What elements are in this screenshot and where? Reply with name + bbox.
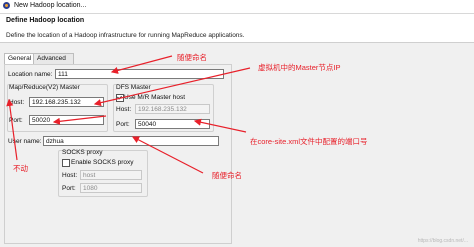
- annotation-name-anything-2: 随便命名: [212, 171, 242, 180]
- arrow-user-name: [131, 136, 204, 174]
- arrow-dfs-port: [193, 118, 247, 133]
- arrow-mr-port: [52, 115, 107, 125]
- annotation-do-not-change: 不动: [13, 164, 28, 173]
- annotation-name-anything-1: 随便命名: [177, 53, 207, 62]
- annotation-vm-master-ip: 虚拟机中的Master节点IP: [258, 63, 341, 72]
- annotation-port-core-site: 在core-site.xml文件中配置的端口号: [250, 137, 368, 146]
- arrow-mr-host: [93, 67, 251, 107]
- watermark: https://blog.csdn.net/...: [417, 238, 468, 244]
- annotation-arrows: [6, 55, 251, 174]
- arrow-location-name: [110, 55, 173, 74]
- arrow-do-not-change: [6, 98, 18, 161]
